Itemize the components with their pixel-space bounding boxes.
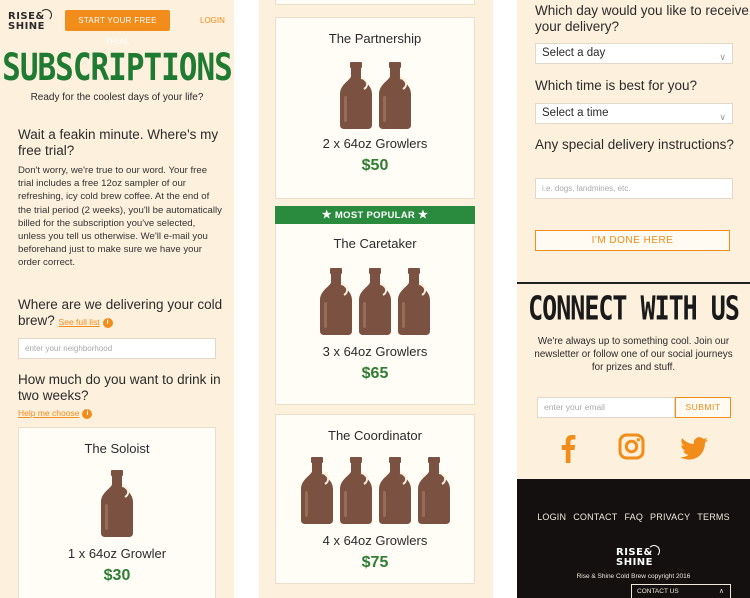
- trial-body: Don't worry, we're true to our word. You…: [18, 165, 222, 269]
- plan-card-coordinator[interactable]: The Coordinator 4 x 64oz Growlers $75: [275, 414, 475, 584]
- plan-description: 4 x 64oz Growlers: [322, 533, 428, 548]
- tagline: Ready for the coolest days of your life?: [30, 92, 204, 103]
- day-question: Which day would you like to receive your…: [535, 3, 749, 34]
- delivery-connect-panel: Which day would you like to receive your…: [517, 0, 750, 598]
- delivery-instructions-input[interactable]: i.e. dogs, landmines, etc.: [535, 178, 733, 199]
- chevron-up-icon: ∧: [718, 588, 724, 595]
- growler-icon: [339, 457, 372, 524]
- info-icon[interactable]: i: [102, 318, 113, 328]
- plan-name: The Soloist: [84, 441, 150, 456]
- plan-price: $65: [361, 365, 389, 382]
- chevron-down-icon: ∨: [719, 52, 726, 62]
- plan-name: The Caretaker: [333, 236, 417, 251]
- plan-card-caretaker[interactable]: The Caretaker 3 x 64oz Growlers $65: [275, 224, 475, 405]
- info-icon[interactable]: i: [82, 409, 93, 419]
- time-select[interactable]: Select a time ∨: [535, 103, 733, 124]
- instagram-icon[interactable]: [618, 433, 645, 460]
- login-link[interactable]: LOGIN: [200, 16, 225, 25]
- instructions-question: Any special delivery instructions?: [535, 137, 734, 152]
- footer-nav: LOGIN CONTACT FAQ PRIVACY TERMS: [517, 512, 750, 522]
- help-row: Help me choose i: [18, 403, 93, 421]
- footer-logo[interactable]: RISE& SHINE: [616, 545, 660, 568]
- delivery-heading: Where are we delivering your cold brew? …: [18, 297, 223, 328]
- footer-link-faq[interactable]: FAQ: [624, 512, 643, 522]
- star-icon: ★: [321, 209, 332, 221]
- time-question: Which time is best for you?: [535, 78, 698, 93]
- subscription-panel: RISE& SHINE START YOUR FREE TRIAL LOGIN …: [0, 0, 234, 598]
- plan-name: The Partnership: [328, 31, 422, 46]
- most-popular-badge: ★ MOST POPULAR ★: [275, 206, 475, 224]
- previous-card-edge: [275, 0, 475, 5]
- submit-button[interactable]: SUBMIT: [675, 397, 731, 418]
- plans-panel: The Partnership 2 x 64oz Growlers $50 ★ …: [259, 0, 493, 598]
- twitter-icon[interactable]: [680, 437, 708, 460]
- page-title: SUBSCRIPTIONS: [2, 46, 233, 90]
- growler-icon: [378, 457, 411, 524]
- chevron-down-icon: ∨: [719, 112, 726, 122]
- footer-link-terms[interactable]: TERMS: [697, 512, 730, 522]
- growler-icon: [378, 62, 411, 129]
- footer-link-privacy[interactable]: PRIVACY: [650, 512, 690, 522]
- plan-card-soloist[interactable]: The Soloist 1 x 64oz Growler $30: [18, 427, 216, 598]
- site-footer: LOGIN CONTACT FAQ PRIVACY TERMS RISE& SH…: [517, 479, 750, 598]
- plan-card-partnership[interactable]: The Partnership 2 x 64oz Growlers $50: [275, 17, 475, 199]
- growler-icon: [101, 470, 133, 537]
- plan-description: 2 x 64oz Growlers: [322, 136, 428, 151]
- plan-name: The Coordinator: [328, 428, 422, 443]
- plan-price: $50: [361, 157, 389, 174]
- sun-icon: [648, 545, 660, 557]
- trial-heading: Wait a feakin minute. Where's my free tr…: [18, 127, 219, 158]
- growler-icon: [300, 457, 333, 524]
- growler-icon: [398, 268, 430, 335]
- connect-body: We're always up to something cool. Join …: [534, 336, 733, 374]
- footer-link-contact[interactable]: CONTACT: [573, 512, 617, 522]
- sun-icon: [40, 9, 52, 21]
- done-button[interactable]: I'M DONE HERE: [535, 230, 730, 251]
- plan-price: $30: [103, 567, 131, 584]
- contact-us-tab[interactable]: CONTACT US ∧: [631, 584, 731, 598]
- growler-row: [276, 62, 474, 135]
- help-me-choose-link[interactable]: Help me choose: [18, 408, 79, 418]
- day-select[interactable]: Select a day ∨: [535, 43, 733, 64]
- footer-link-login[interactable]: LOGIN: [537, 512, 566, 522]
- growler-icon: [320, 268, 352, 335]
- start-free-trial-button[interactable]: START YOUR FREE TRIAL: [65, 10, 170, 46]
- growler-row: [276, 268, 474, 341]
- growler-row: [19, 470, 215, 543]
- growler-icon: [359, 268, 391, 335]
- see-full-list-link[interactable]: See full list: [59, 317, 100, 327]
- growler-icon: [339, 62, 372, 129]
- facebook-icon[interactable]: [559, 433, 577, 463]
- brand-logo[interactable]: RISE& SHINE: [8, 9, 52, 32]
- growler-icon: [417, 457, 450, 524]
- section-divider: [517, 282, 750, 284]
- amount-heading: How much do you want to drink in two wee…: [18, 372, 221, 403]
- copyright: Rise & Shine Cold Brew copyright 2016: [576, 573, 691, 580]
- plan-description: 1 x 64oz Growler: [67, 546, 167, 561]
- growler-row: [276, 457, 474, 530]
- star-icon: ★: [418, 209, 429, 221]
- plan-price: $75: [361, 554, 389, 571]
- neighborhood-input[interactable]: enter your neighborhood: [18, 338, 216, 359]
- newsletter-email-input[interactable]: enter your email: [537, 397, 675, 418]
- plan-description: 3 x 64oz Growlers: [322, 344, 428, 359]
- connect-title: CONNECT WITH US: [528, 289, 740, 328]
